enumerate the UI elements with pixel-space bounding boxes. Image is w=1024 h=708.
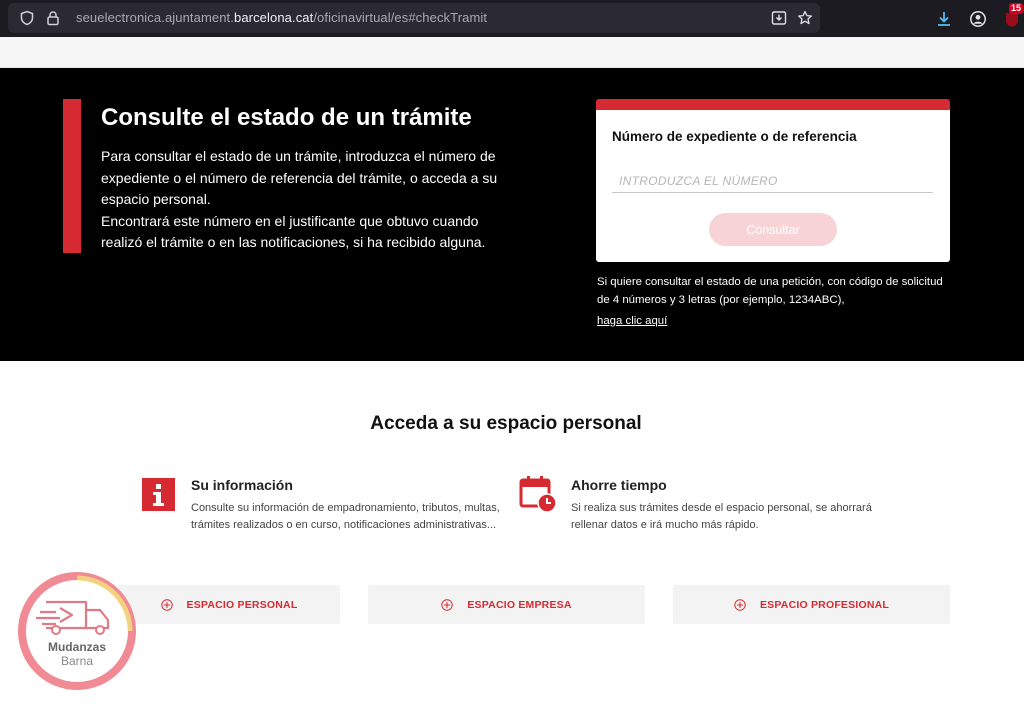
- calendar-clock-icon: [519, 476, 557, 513]
- hero-section: Consulte el estado de un trámite Para co…: [0, 68, 1024, 361]
- feature-description: Si realiza sus trámites desde el espacio…: [571, 502, 872, 531]
- hero-paragraph-2: Encontrará este número en el justificant…: [101, 212, 486, 251]
- consultar-button[interactable]: Consultar: [709, 213, 837, 246]
- page-action-download-icon[interactable]: [771, 10, 787, 26]
- plus-circle-icon: [441, 598, 454, 611]
- browser-toolbar: seuelectronica.ajuntament.barcelona.cat/…: [0, 0, 1024, 37]
- watermark-line-2: Barna: [60, 654, 94, 668]
- mudanzas-barna-watermark: Mudanzas Barna: [16, 570, 138, 692]
- moving-truck-logo-icon: [18, 572, 136, 690]
- espacio-empresa-button[interactable]: ESPACIO EMPRESA: [368, 585, 645, 624]
- plus-circle-icon: [734, 598, 746, 611]
- lock-icon[interactable]: [45, 10, 61, 26]
- shield-icon[interactable]: [19, 10, 35, 26]
- site-header-bar: [0, 37, 1024, 68]
- extension-badge: 15: [1009, 3, 1024, 14]
- bookmark-star-icon[interactable]: [797, 10, 813, 26]
- feature-description: Consulte su información de empadronamien…: [191, 502, 500, 531]
- feature-title: Su información: [191, 477, 293, 493]
- hero-description: Para consultar el estado de un trámite, …: [101, 146, 501, 254]
- accent-bar: [63, 99, 81, 253]
- downloads-icon[interactable]: [935, 10, 953, 28]
- espacio-personal-button[interactable]: ESPACIO PERSONAL: [118, 585, 340, 624]
- note-text: Si quiere consultar el estado de una pet…: [597, 276, 943, 306]
- button-label: ESPACIO PERSONAL: [186, 598, 298, 611]
- button-label: ESPACIO EMPRESA: [467, 598, 572, 611]
- watermark-line-1: Mudanzas: [47, 640, 106, 654]
- info-icon: [142, 478, 175, 511]
- lookup-label: Número de expediente o de referencia: [612, 129, 857, 144]
- address-bar[interactable]: seuelectronica.ajuntament.barcelona.cat/…: [8, 3, 820, 33]
- feature-title: Ahorre tiempo: [571, 477, 667, 493]
- button-label: ESPACIO PROFESIONAL: [759, 598, 890, 611]
- lookup-card: Número de expediente o de referencia Con…: [596, 99, 950, 262]
- hero-paragraph-1: Para consultar el estado de un trámite, …: [101, 148, 498, 207]
- request-code-note: Si quiere consultar el estado de una pet…: [597, 274, 957, 331]
- url-text[interactable]: seuelectronica.ajuntament.barcelona.cat/…: [76, 10, 487, 25]
- reference-number-input[interactable]: [612, 169, 933, 193]
- plus-circle-icon: [160, 598, 173, 611]
- section-title: Acceda a su espacio personal: [370, 413, 642, 434]
- click-here-link[interactable]: haga clic aquí: [597, 313, 667, 331]
- page-title: Consulte el estado de un trámite: [101, 104, 472, 131]
- espacio-profesional-button[interactable]: ESPACIO PROFESIONAL: [673, 585, 950, 624]
- account-icon[interactable]: [969, 10, 987, 28]
